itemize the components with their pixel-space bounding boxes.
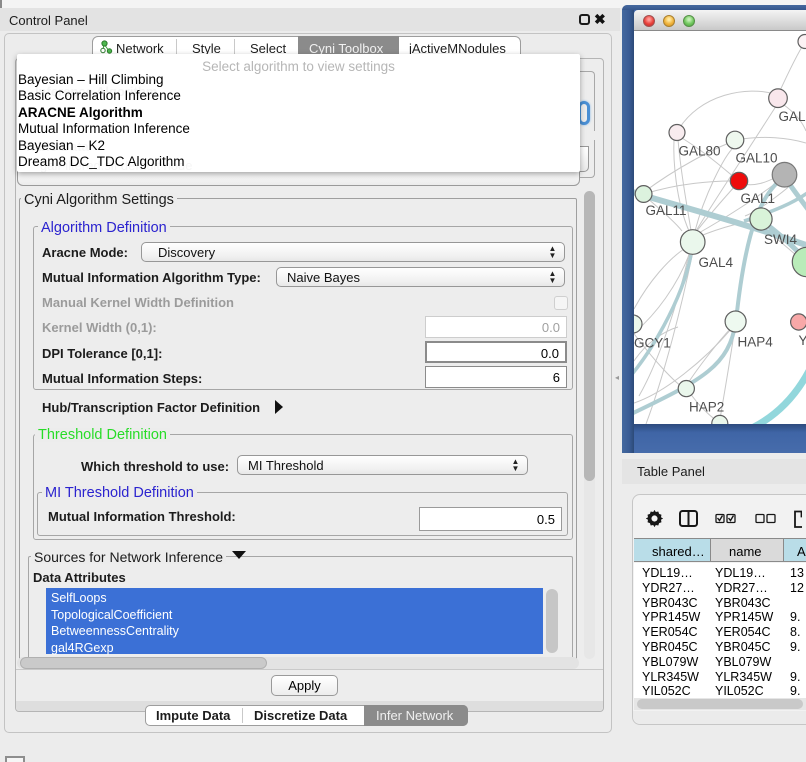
svg-text:HAP4: HAP4 — [738, 335, 774, 350]
svg-text:GAL10: GAL10 — [736, 151, 778, 166]
svg-text:GAL1: GAL1 — [741, 191, 776, 206]
svg-text:YD: YD — [799, 333, 806, 348]
svg-text:GAL11: GAL11 — [646, 203, 687, 218]
svg-text:SWI4: SWI4 — [764, 232, 797, 247]
svg-text:GAL4: GAL4 — [699, 255, 734, 270]
svg-text:HAP2: HAP2 — [689, 400, 724, 415]
svg-text:GAL80: GAL80 — [679, 144, 721, 159]
svg-text:GAL7: GAL7 — [779, 109, 806, 124]
svg-text:GCY1: GCY1 — [634, 336, 671, 351]
